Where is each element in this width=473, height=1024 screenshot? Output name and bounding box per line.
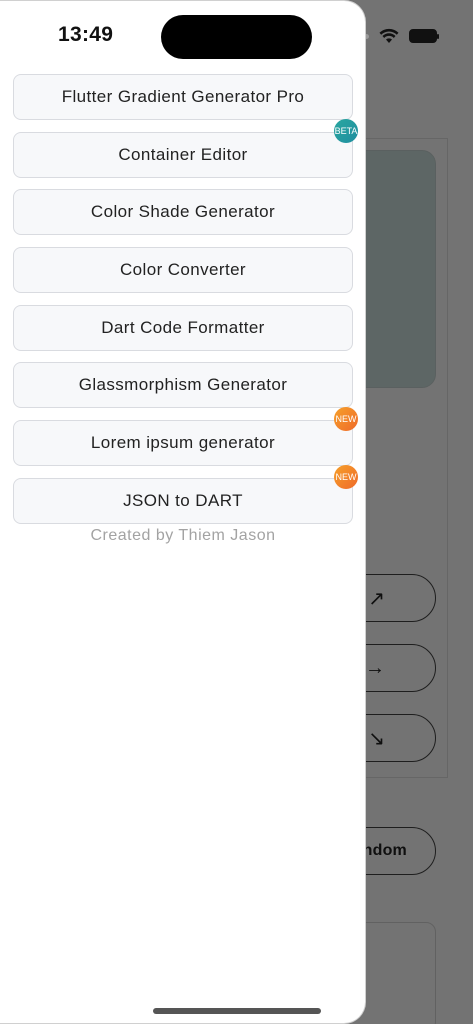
menu-item-lorem-ipsum-generator[interactable]: Lorem ipsum generator NEW (13, 407, 358, 467)
menu-item-label: JSON to DART (123, 490, 243, 510)
new-badge: NEW (334, 407, 358, 432)
drawer-menu: Flutter Gradient Generator Pro Container… (13, 74, 358, 536)
menu-item-glassmorphism-generator[interactable]: Glassmorphism Generator (13, 362, 353, 409)
navigation-drawer: 13:49 Flutter Gradient Generator Pro Con… (0, 0, 366, 1024)
menu-item-label: Flutter Gradient Generator Pro (61, 87, 305, 106)
menu-item-label: Glassmorphism Generator (78, 375, 288, 395)
dynamic-island (161, 15, 312, 59)
menu-item-label: Container Editor (118, 144, 248, 164)
menu-item-color-shade-generator[interactable]: Color Shade Generator (13, 189, 353, 236)
menu-item-label: Lorem ipsum generator (90, 433, 276, 453)
menu-item-container-editor[interactable]: Container Editor BETA (13, 118, 358, 178)
home-indicator[interactable] (153, 1008, 321, 1014)
menu-item-label: Color Converter (120, 260, 246, 280)
battery-icon (409, 29, 439, 43)
new-badge: NEW (334, 464, 358, 489)
credit-text: Created by Thiem Jason (90, 527, 276, 544)
menu-item-label: Dart Code Formatter (101, 317, 265, 337)
menu-item-color-converter[interactable]: Color Converter (13, 247, 353, 294)
status-time: 13:49 (58, 23, 114, 46)
menu-item-flutter-gradient-generator-pro[interactable]: Flutter Gradient Generator Pro (13, 74, 353, 120)
wifi-icon (379, 28, 399, 43)
menu-item-json-to-dart[interactable]: JSON to DART NEW (13, 464, 358, 524)
menu-item-dart-code-formatter[interactable]: Dart Code Formatter (13, 304, 353, 351)
beta-badge: BETA (334, 118, 358, 143)
menu-item-label: Color Shade Generator (90, 202, 276, 222)
